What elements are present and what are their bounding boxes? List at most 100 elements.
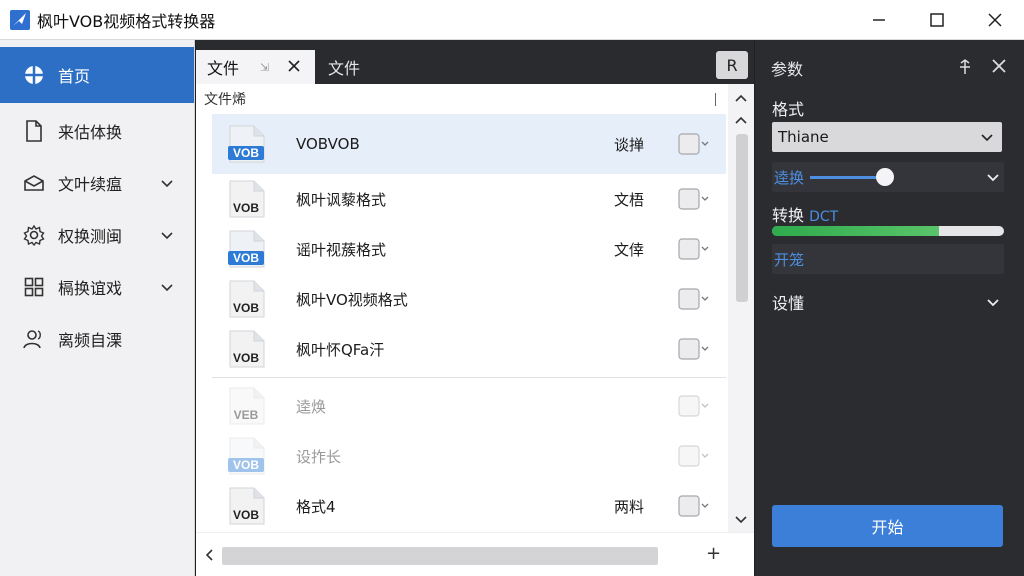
sidebar-item-label: 权换测闽 [58, 227, 123, 246]
start-button[interactable]: 开始 [772, 505, 1003, 547]
file-panel-title: 文件烯 [204, 92, 246, 108]
file-name: 枫叶VO视频格式 [296, 290, 408, 309]
sidebar-item-label: 首页 [58, 67, 91, 86]
tab-bar: 文件 ⇲ 文件 R [196, 50, 754, 84]
format-label: 格式 [772, 100, 805, 119]
grid-icon [22, 275, 46, 299]
document-icon [22, 119, 46, 143]
tab-files-active[interactable]: 文件 ⇲ [196, 50, 315, 84]
close-icon [988, 13, 1002, 27]
chevron-up-icon[interactable] [733, 112, 749, 128]
vob-file-icon: VOB [229, 280, 265, 318]
vob-file-icon: VOB [228, 125, 265, 163]
params-panel: 参数 格式 Thiane 逵换 转换 DCT 开笼 设懂 开始 [755, 40, 1024, 576]
vob-file-icon: VOB [229, 330, 265, 368]
checkbox-dropdown-icon[interactable] [678, 238, 710, 260]
minimize-icon [873, 19, 885, 21]
file-status: 文梧 [614, 190, 645, 209]
tab-close-icon[interactable] [288, 60, 300, 72]
sidebar-item-label: 来估体换 [58, 123, 123, 142]
vertical-scrollbar[interactable] [728, 84, 754, 532]
minimize-button[interactable] [850, 0, 908, 40]
file-list: VOB VOBVOB 谈掸 VOB 枫叶讽藜格式 文梧 VOB 谣叶视蔟格式 文倖 [212, 114, 726, 531]
checkbox-dropdown-icon[interactable] [678, 338, 710, 360]
mail-icon [22, 171, 46, 195]
sidebar: 首页 来估体换 文叶续瘟 权换测闽 槅换谊戏 离频自溧 [0, 40, 195, 576]
quality-slider-row[interactable]: 逵换 [772, 162, 1004, 192]
sidebar-item-files[interactable]: 文叶续瘟 [0, 157, 194, 209]
params-header: 参数 [755, 56, 1024, 80]
sidebar-item-settings[interactable]: 权换测闽 [0, 209, 194, 261]
file-panel-header: 文件烯 [196, 84, 728, 114]
progress-title: 转换 [772, 206, 805, 225]
sidebar-item-profile[interactable]: 离频自溧 [0, 313, 194, 365]
checkbox-dropdown-icon[interactable] [678, 395, 710, 417]
home-icon [22, 63, 46, 87]
r-button[interactable]: R [716, 51, 748, 79]
file-name: 谣叶视蔟格式 [296, 240, 387, 259]
file-row[interactable]: VOB 格式4 两料 [212, 481, 726, 531]
file-name: 枫叶讽藜格式 [296, 190, 387, 209]
maximize-icon [930, 13, 944, 27]
file-thumb-label: VOB [233, 458, 259, 472]
plus-icon[interactable]: + [706, 543, 721, 564]
scrollbar-thumb[interactable] [736, 134, 748, 302]
chevron-down-icon[interactable] [986, 170, 1000, 184]
sidebar-item-home[interactable]: 首页 [0, 47, 194, 103]
file-status: 谈掸 [614, 135, 645, 154]
format-select[interactable]: Thiane [772, 122, 1002, 152]
checkbox-dropdown-icon[interactable] [678, 495, 710, 517]
checkbox-dropdown-icon[interactable] [678, 133, 710, 155]
center-area: 文件 ⇲ 文件 R 文件烯 VOB VOBVOB 谈掸 VOB 枫叶讽藜格式 文… [196, 40, 754, 576]
slider-handle[interactable] [876, 168, 894, 186]
chevron-down-icon [161, 232, 173, 240]
sidebar-item-tools[interactable]: 槅换谊戏 [0, 261, 194, 313]
horizontal-scrollbar-thumb[interactable] [222, 547, 658, 565]
chevron-up-icon[interactable] [733, 90, 749, 106]
file-thumb-label: VEB [234, 408, 259, 422]
vob-file-icon: VOB [228, 437, 265, 475]
file-row[interactable]: VOB VOBVOB 谈掸 [212, 114, 726, 174]
file-thumb-label: VOB [233, 301, 259, 315]
file-row[interactable]: VEB 逵焕 [212, 381, 726, 431]
user-icon [22, 327, 46, 351]
file-row[interactable]: VOB 枫叶怀QFa汗 [212, 324, 726, 374]
progress-suffix: DCT [809, 209, 839, 225]
vob-file-icon: VEB [229, 387, 265, 425]
file-list-divider [212, 377, 726, 378]
checkbox-dropdown-icon[interactable] [678, 288, 710, 310]
checkbox-dropdown-icon[interactable] [678, 188, 710, 210]
file-status: 两料 [614, 497, 645, 516]
gear-icon [22, 223, 46, 247]
file-status: 文倖 [614, 240, 645, 259]
chevron-down-icon [981, 134, 993, 142]
file-row[interactable]: VOB 枫叶VO视频格式 [212, 274, 726, 324]
file-name: VOBVOB [296, 135, 360, 153]
file-name: 逵焕 [296, 397, 327, 416]
tab-pin-icon[interactable]: ⇲ [260, 61, 269, 74]
close-icon[interactable] [992, 59, 1006, 73]
file-thumb-label: VOB [233, 201, 259, 215]
horizontal-scrollbar[interactable]: + [196, 532, 754, 576]
open-label: 开笼 [774, 250, 805, 269]
vob-file-icon: VOB [229, 180, 265, 218]
chevron-down-icon[interactable] [733, 512, 749, 528]
app-logo-icon [10, 9, 30, 30]
file-name: 设拃长 [296, 447, 342, 466]
file-panel: 文件烯 VOB VOBVOB 谈掸 VOB 枫叶讽藜格式 文梧 VOB 谣叶视蔟… [196, 84, 754, 576]
file-row[interactable]: VOB 枫叶讽藜格式 文梧 [212, 174, 726, 224]
close-window-button[interactable] [966, 0, 1024, 40]
tab-files-2[interactable]: 文件 [328, 50, 360, 84]
checkbox-dropdown-icon[interactable] [678, 445, 710, 467]
chevron-left-icon[interactable] [202, 547, 216, 563]
sidebar-item-convert[interactable]: 来估体换 [0, 105, 194, 157]
file-row[interactable]: VOB 谣叶视蔟格式 文倖 [212, 224, 726, 274]
file-row[interactable]: VOB 设拃长 [212, 431, 726, 481]
maximize-button[interactable] [908, 0, 966, 40]
open-output-row[interactable]: 开笼 [772, 244, 1004, 274]
slider-label: 逵换 [774, 169, 805, 187]
settings-row[interactable]: 设懂 [772, 290, 1004, 314]
pin-icon[interactable] [956, 58, 974, 76]
slider-track[interactable] [810, 176, 886, 179]
file-thumb-label: VOB [233, 351, 259, 365]
